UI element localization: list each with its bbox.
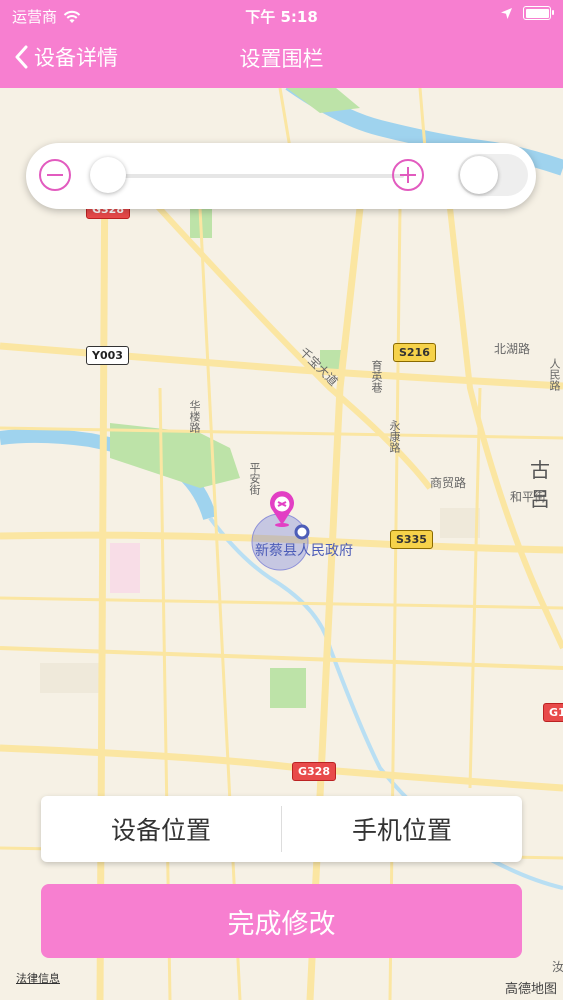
phone-location-button[interactable]: 手机位置: [282, 796, 522, 862]
fence-toggle-knob: [460, 156, 498, 194]
plus-icon-v: [407, 167, 409, 183]
block-pink: [110, 543, 140, 593]
s216-shield: S216: [393, 343, 436, 362]
zoom-in-button[interactable]: [392, 159, 424, 191]
radius-slider-track[interactable]: [106, 174, 404, 178]
radius-slider-thumb[interactable]: [90, 157, 126, 193]
road-label-yongkang: 永康路: [388, 420, 401, 453]
poi-dot: [294, 524, 310, 540]
road-label-renmin: 人民路: [548, 358, 561, 391]
g328-shield-bottom: G328: [292, 762, 336, 781]
page-title: 设置围栏: [239, 47, 324, 71]
map-provider-logo: 高德地图: [504, 982, 557, 997]
road-label-hualou: 华楼路: [188, 400, 201, 433]
minus-icon: [47, 174, 63, 176]
location-arrow-icon: [501, 7, 512, 19]
battery-fill: [525, 8, 549, 18]
status-time: 下午 5:18: [245, 8, 318, 26]
place-label-gulv: 古吕: [530, 458, 550, 511]
app-root: 运营商 下午 5:18 设备详情 设置围栏 G328 Y003 S216 S33…: [0, 0, 563, 1000]
legal-info-link[interactable]: 法律信息: [16, 970, 60, 986]
status-bar: 运营商 下午 5:18: [0, 0, 563, 30]
location-selector: 设备位置 手机位置: [41, 796, 522, 862]
road-label-beihu: 北湖路: [494, 342, 531, 356]
g1-shield-edge: G1: [543, 703, 563, 722]
device-location-button[interactable]: 设备位置: [41, 796, 281, 862]
fence-radius-panel: [26, 143, 536, 209]
y003-shield: Y003: [86, 346, 129, 365]
status-right-group: [500, 6, 554, 20]
road-label-yuying: 育英巷: [370, 360, 383, 393]
fence-toggle[interactable]: [458, 154, 528, 196]
done-button[interactable]: 完成修改: [41, 884, 522, 958]
block-2: [440, 508, 480, 538]
park-top: [286, 88, 360, 113]
place-label-bottom: 汝: [552, 960, 563, 974]
nav-bar: 设备详情 设置围栏: [0, 30, 563, 88]
battery-icon: [523, 6, 554, 20]
zoom-out-button[interactable]: [39, 159, 71, 191]
road-label-shangmao: 商贸路: [430, 476, 467, 490]
park-2: [270, 668, 306, 708]
s335-shield: S335: [390, 530, 433, 549]
block-1: [40, 663, 100, 693]
map-view[interactable]: G328 Y003 S216 S335 G328 G1 千宝大道 北湖路 华楼路…: [0, 88, 563, 1000]
road-label-pingan: 平安街: [248, 462, 261, 495]
poi-label-government[interactable]: 新蔡县人民政府: [255, 540, 353, 560]
